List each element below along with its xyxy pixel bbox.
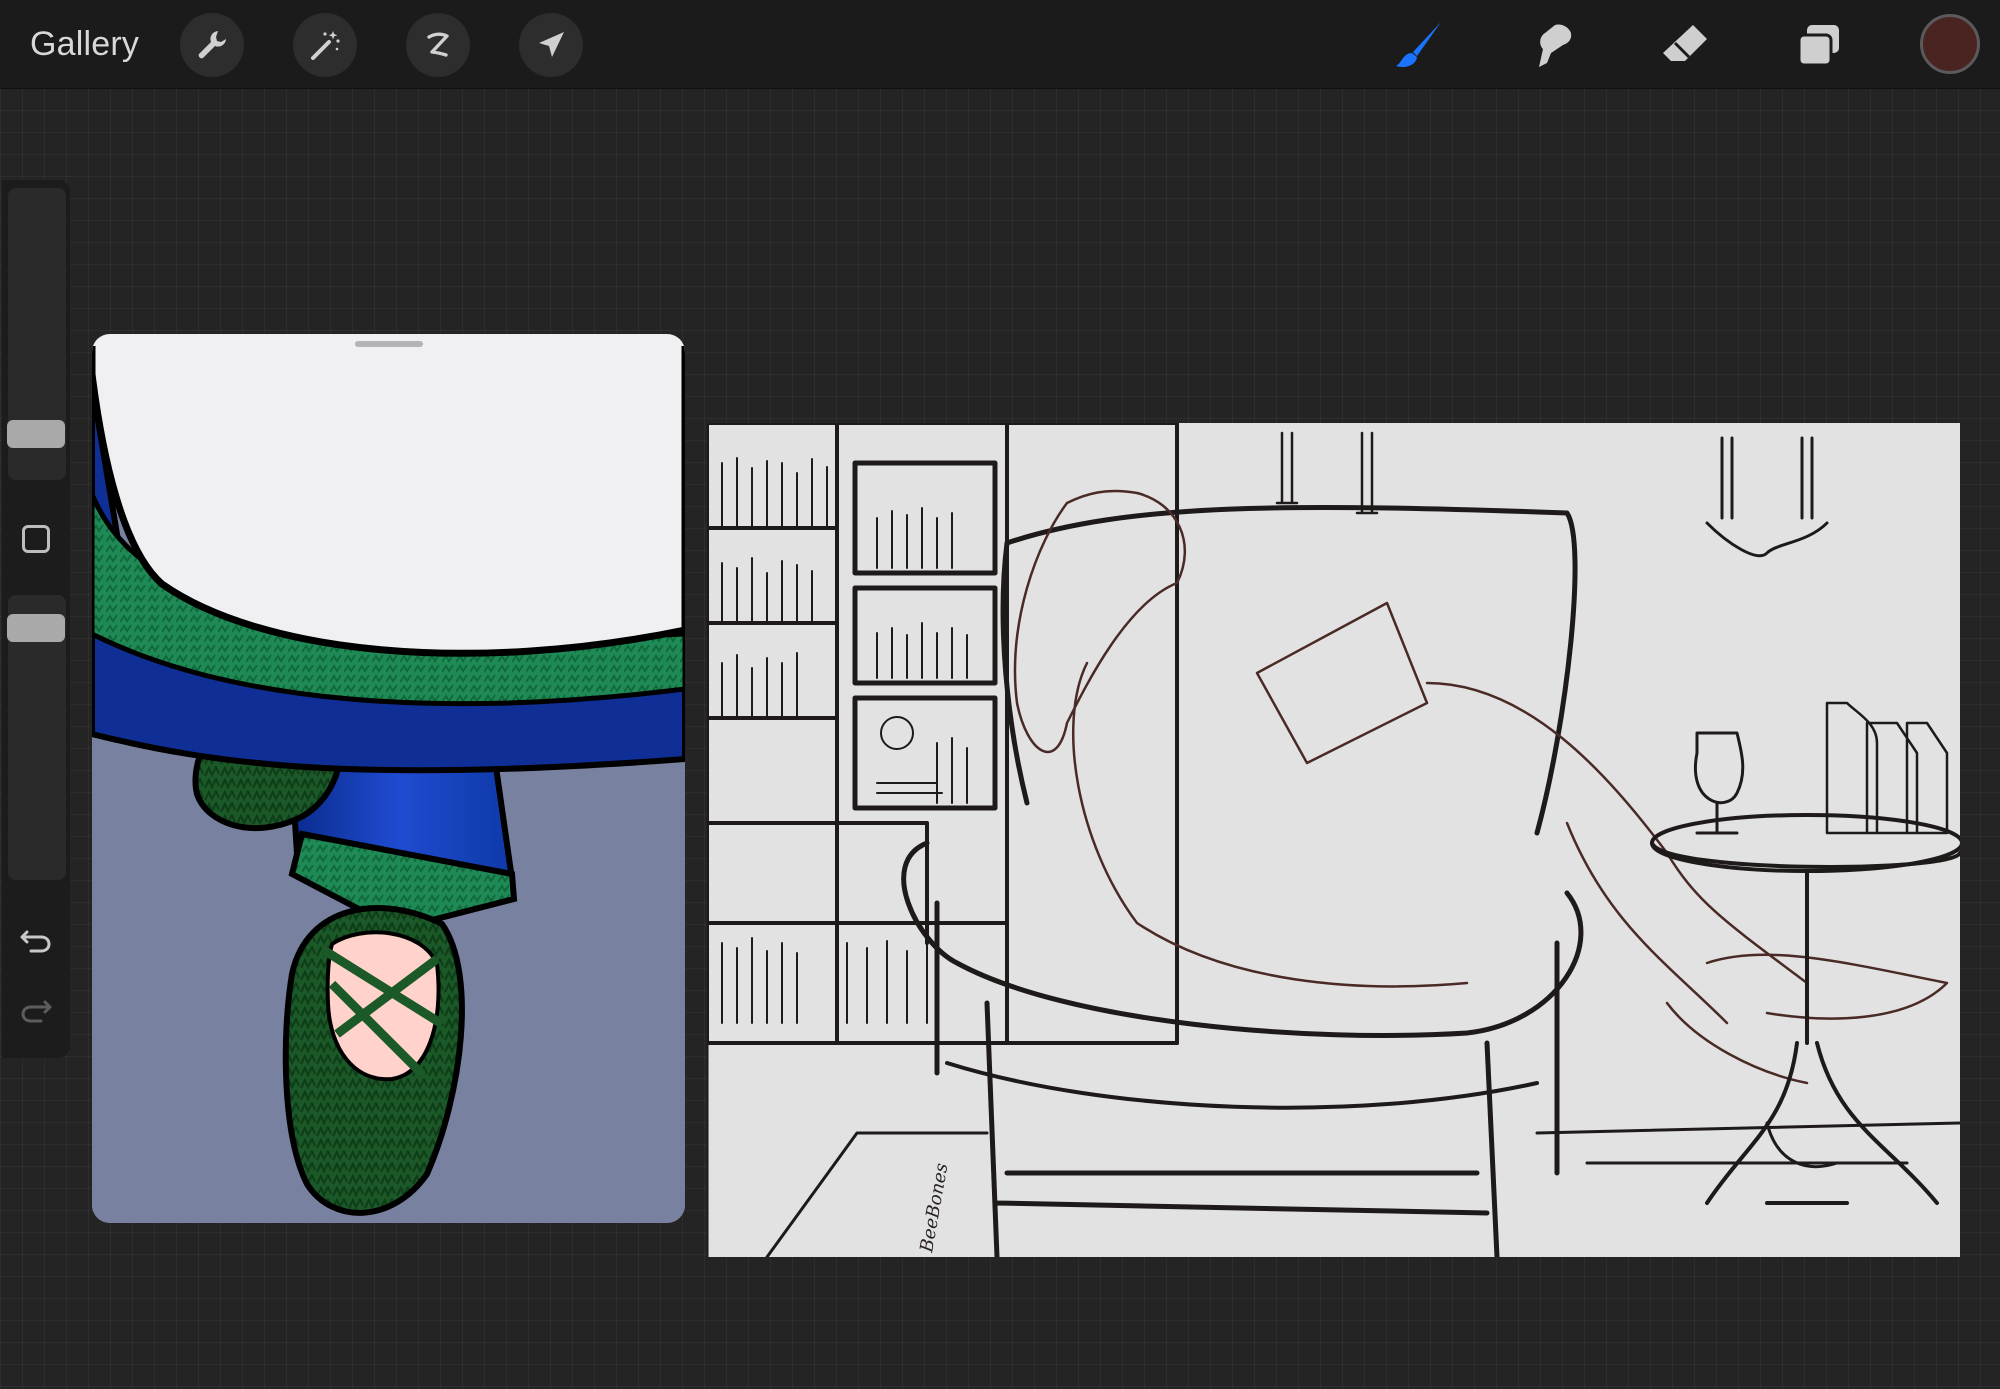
adjustments-button[interactable] bbox=[293, 13, 357, 77]
transform-button[interactable] bbox=[519, 13, 583, 77]
magic-wand-icon bbox=[311, 31, 340, 60]
wrench-icon bbox=[198, 31, 226, 59]
reference-image bbox=[92, 334, 685, 1223]
undo-icon bbox=[20, 930, 51, 953]
reference-panel[interactable] bbox=[92, 334, 685, 1223]
eraser-tool-button[interactable] bbox=[1656, 16, 1714, 74]
smudge-icon bbox=[1539, 24, 1572, 67]
brush-icon bbox=[1396, 22, 1441, 67]
smudge-tool-button[interactable] bbox=[1522, 16, 1580, 74]
selection-button[interactable] bbox=[406, 13, 470, 77]
gallery-button[interactable]: Gallery bbox=[30, 22, 139, 66]
brush-tool-button[interactable] bbox=[1390, 16, 1448, 74]
redo-icon bbox=[21, 1000, 52, 1023]
arrow-cursor-icon bbox=[539, 32, 564, 57]
sidebar bbox=[2, 180, 70, 1058]
selection-icon bbox=[427, 32, 449, 57]
opacity-knob[interactable] bbox=[7, 614, 65, 642]
drawing-canvas[interactable]: BeeBones bbox=[707, 423, 1960, 1257]
reference-drag-handle[interactable] bbox=[355, 341, 423, 347]
brush-size-knob[interactable] bbox=[7, 420, 65, 448]
redo-button[interactable] bbox=[18, 993, 54, 1029]
undo-button[interactable] bbox=[18, 923, 54, 959]
canvas-artwork: BeeBones bbox=[707, 423, 1960, 1257]
modify-button[interactable] bbox=[22, 525, 50, 553]
layers-button[interactable] bbox=[1790, 16, 1848, 74]
color-swatch-button[interactable] bbox=[1920, 14, 1980, 74]
actions-button[interactable] bbox=[180, 13, 244, 77]
top-toolbar: Gallery bbox=[0, 0, 2000, 89]
eraser-icon bbox=[1663, 25, 1707, 61]
layers-icon bbox=[1797, 25, 1839, 67]
